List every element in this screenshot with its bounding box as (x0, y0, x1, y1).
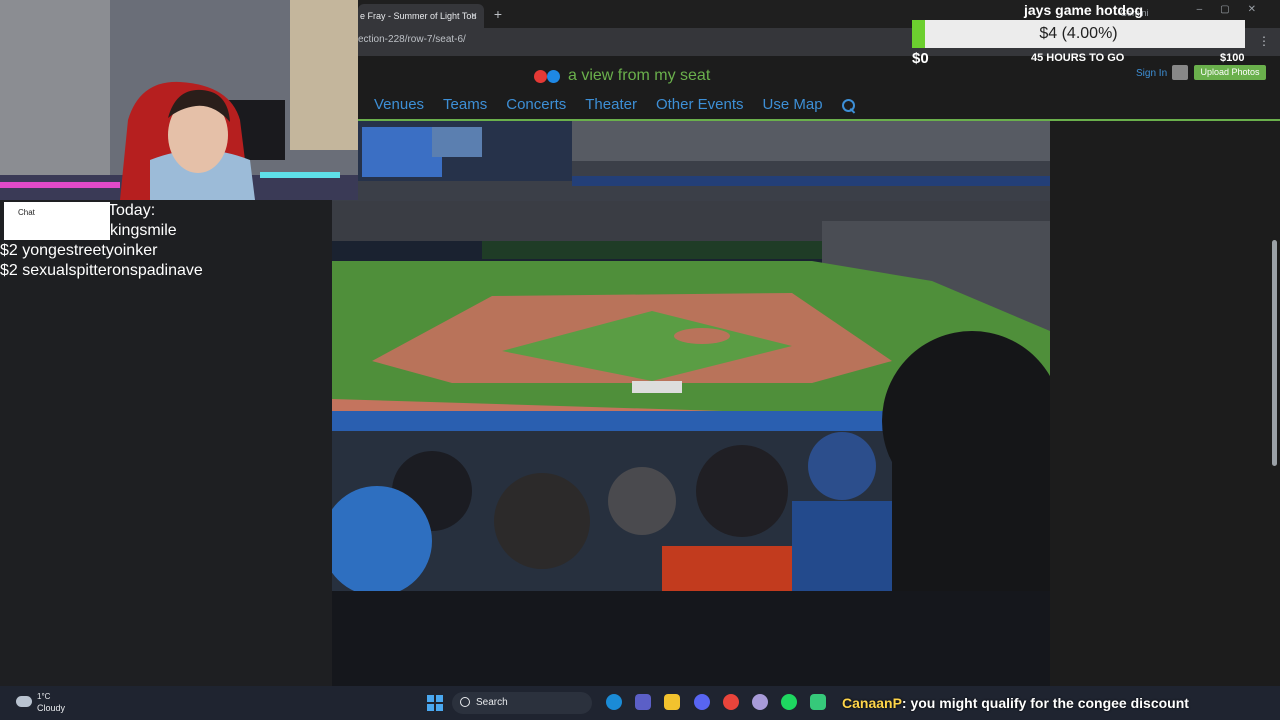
chat-popout[interactable]: Chat (4, 202, 110, 240)
search-icon (460, 697, 470, 707)
app-icon[interactable] (752, 694, 768, 710)
close-icon[interactable]: × (466, 8, 482, 24)
url-text[interactable]: ection-228/row-7/seat-6/ (358, 34, 466, 45)
chat-user: CanaanP (842, 695, 902, 711)
webcam-feed (0, 0, 358, 200)
chat-ticker: CanaanP: you might qualify for the conge… (842, 686, 1189, 720)
donation-line: $2 yongestreetyoinker (0, 242, 158, 259)
nav-use-map[interactable]: Use Map (763, 96, 823, 113)
logo-seats-icon (534, 69, 564, 83)
browser-tab[interactable]: e Fray - Summer of Light Tou × (358, 4, 484, 28)
browser-menu-icon[interactable]: ⋮ (1258, 34, 1270, 48)
chat-label: Chat (18, 208, 35, 217)
donation-list: Chat Today: kingsmile $2 yongestreetyoin… (0, 200, 332, 686)
goal-title: jays game hotdog (1024, 2, 1144, 18)
goal-amount: $4 (4.00%) (1039, 25, 1118, 42)
nav-theater[interactable]: Theater (585, 96, 637, 113)
chat-message: : you might qualify for the congee disco… (901, 695, 1189, 711)
app-icon[interactable] (810, 694, 826, 710)
goal-progress-bar: $4 (4.00%) (912, 20, 1245, 48)
nav-other-events[interactable]: Other Events (656, 96, 744, 113)
start-icon[interactable] (427, 695, 443, 711)
donations-header: Today: (108, 202, 156, 219)
discord-icon[interactable] (694, 694, 710, 710)
upload-photos-button[interactable]: Upload Photos (1194, 65, 1266, 80)
new-tab-button[interactable]: + (488, 4, 508, 24)
seat-view-photo (332, 121, 1050, 686)
teams-icon[interactable] (635, 694, 651, 710)
logo-text: a view from my seat (568, 67, 711, 84)
window-controls[interactable]: –▢✕ (1197, 4, 1274, 15)
donation-line: $2 sexualspitteronspadinave (0, 262, 203, 279)
site-logo[interactable]: a view from my seat (534, 65, 710, 87)
chrome-icon[interactable] (723, 694, 739, 710)
weather-temp[interactable]: 1°C (37, 692, 50, 701)
goal-max: $100 (1220, 52, 1245, 64)
scrollbar-thumb[interactable] (1272, 240, 1277, 466)
goal-min: $0 (912, 50, 929, 67)
nav-teams[interactable]: Teams (443, 96, 487, 113)
avatar[interactable] (1172, 65, 1188, 80)
tab-title: e Fray - Summer of Light Tou (360, 11, 477, 21)
nav-venues[interactable]: Venues (374, 96, 424, 113)
search-icon[interactable] (841, 99, 856, 113)
nav-concerts[interactable]: Concerts (506, 96, 566, 113)
folder-icon[interactable] (664, 694, 680, 710)
goal-time-left: 45 HOURS TO GO (1031, 52, 1125, 64)
edge-icon[interactable] (606, 694, 622, 710)
main-nav: Venues Teams Concerts Theater Other Even… (374, 96, 856, 113)
taskbar-search[interactable]: Search (452, 692, 592, 714)
sign-in-link[interactable]: Sign In (1136, 68, 1167, 79)
weather-condition[interactable]: Cloudy (37, 703, 65, 713)
donation-line: kingsmile (110, 222, 177, 239)
cloud-icon[interactable] (16, 696, 32, 707)
taskbar-search-label: Search (476, 697, 508, 708)
spotify-icon[interactable] (781, 694, 797, 710)
